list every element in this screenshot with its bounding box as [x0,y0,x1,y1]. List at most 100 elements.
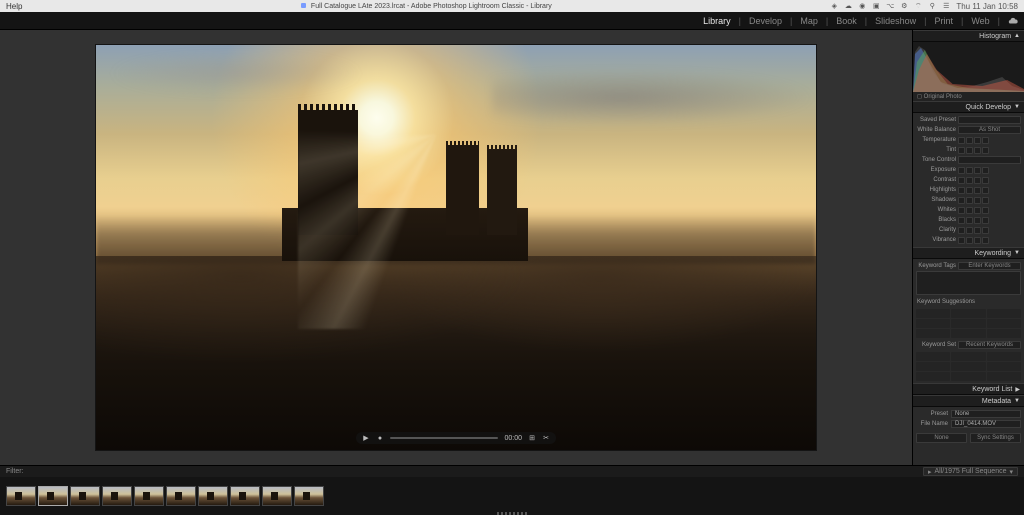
frame-back-button[interactable]: ● [376,434,384,442]
kw-set-cell[interactable] [951,352,985,361]
control-center-icon[interactable]: ☰ [942,2,950,10]
module-web[interactable]: Web [971,16,989,26]
keywording-header[interactable]: Keywording▼ [913,247,1024,259]
kw-tags-mode[interactable]: Enter Keywords [958,262,1021,270]
filmstrip-thumb[interactable] [262,486,292,506]
module-print[interactable]: Print [934,16,953,26]
qd-wb-select[interactable]: As Shot [958,126,1021,134]
keyword-input[interactable] [916,271,1021,295]
tray-icon[interactable]: ⌥ [886,2,894,10]
filmstrip-thumb[interactable] [166,486,196,506]
kw-set-cell[interactable] [916,372,950,381]
tray-icon[interactable]: ◉ [858,2,866,10]
kw-set-cell[interactable] [916,352,950,361]
filmstrip-thumb[interactable] [70,486,100,506]
qd-contrast-steppers[interactable] [958,177,989,184]
histogram-header[interactable]: Histogram▲ [913,30,1024,42]
kw-sugg-cell[interactable] [951,329,985,338]
qd-tone-auto[interactable] [958,156,1021,164]
filter-label: Filter: [6,468,24,475]
qd-blacks-label: Blacks [916,217,956,223]
md-preset-label: Preset [916,411,948,417]
kw-sugg-cell[interactable] [987,309,1021,318]
cloud-sync-icon[interactable] [1008,16,1018,26]
qd-preset-label: Saved Preset [916,117,956,123]
qd-clarity-label: Clarity [916,227,956,233]
qd-vibrance-steppers[interactable] [958,237,989,244]
system-tray: ◈ ☁ ◉ ▣ ⌥ ⚙ ⌔ ⚲ ☰ Thu 11 Jan 10:58 [830,2,1018,11]
sync-settings-button[interactable]: Sync Settings [970,433,1021,443]
filmstrip-thumb[interactable] [230,486,260,506]
play-button[interactable]: ▶ [362,434,370,442]
qd-contrast-label: Contrast [916,177,956,183]
filmstrip-thumb[interactable] [38,486,68,506]
kw-set-cell[interactable] [951,372,985,381]
qd-exposure-steppers[interactable] [958,167,989,174]
keyword-list-header[interactable]: Keyword List▶ [913,383,1024,395]
filmstrip-thumb[interactable] [102,486,132,506]
qd-tint-steppers[interactable] [958,147,989,154]
module-library[interactable]: Library [703,16,731,26]
filmstrip-thumb[interactable] [6,486,36,506]
kw-set-cell[interactable] [916,362,950,371]
kw-set-cell[interactable] [987,352,1021,361]
preview-image[interactable]: ▶ ● 00:00 ⊞ ✂ [96,45,816,450]
menu-help[interactable]: Help [6,2,22,11]
kw-sugg-cell[interactable] [916,309,950,318]
keyword-suggestions [913,307,1024,340]
search-icon[interactable]: ⚲ [928,2,936,10]
qd-tint-label: Tint [916,147,956,153]
kw-sugg-cell[interactable] [951,309,985,318]
qd-blacks-steppers[interactable] [958,217,989,224]
tray-icon[interactable]: ◈ [830,2,838,10]
module-book[interactable]: Book [836,16,857,26]
chevron-down-icon: ▾ [1009,468,1013,476]
histogram[interactable] [913,42,1024,92]
qd-clarity-steppers[interactable] [958,227,989,234]
kw-set-cell[interactable] [987,372,1021,381]
trim-button[interactable]: ✂ [542,434,550,442]
histogram-footer: ◻ Original Photo [913,92,1024,101]
qd-temp-steppers[interactable] [958,137,989,144]
qd-temp-label: Temperature [916,137,956,143]
qd-highlights-steppers[interactable] [958,187,989,194]
video-time: 00:00 [504,435,522,442]
kw-sugg-cell[interactable] [951,319,985,328]
md-preset-select[interactable]: None [951,410,1021,418]
kw-set-cell[interactable] [987,362,1021,371]
keyword-set [913,350,1024,383]
kw-sugg-cell[interactable] [916,319,950,328]
qd-shadows-steppers[interactable] [958,197,989,204]
filmstrip-thumb[interactable] [134,486,164,506]
module-slideshow[interactable]: Slideshow [875,16,916,26]
qd-shadows-label: Shadows [916,197,956,203]
clock[interactable]: Thu 11 Jan 10:58 [956,2,1018,11]
filmstrip-thumb[interactable] [294,486,324,506]
filter-bar: Filter: ▸ All/1975 Full Sequence ▾ [0,465,1024,477]
app-icon [301,3,306,8]
kw-sugg-cell[interactable] [987,319,1021,328]
tray-icon[interactable]: ⚙ [900,2,908,10]
qd-whites-steppers[interactable] [958,207,989,214]
filmstrip-source[interactable]: ▸ All/1975 Full Sequence ▾ [923,467,1018,476]
kw-sugg-cell[interactable] [916,329,950,338]
kw-set-select[interactable]: Recent Keywords [958,341,1021,349]
tray-icon[interactable]: ☁ [844,2,852,10]
qd-preset-select[interactable] [958,116,1021,124]
qd-exposure-label: Exposure [916,167,956,173]
sync-none-button[interactable]: None [916,433,967,443]
kw-set-cell[interactable] [951,362,985,371]
tray-icon[interactable]: ▣ [872,2,880,10]
window-title: Full Catalogue LAte 2023.lrcat - Adobe P… [22,3,830,10]
module-map[interactable]: Map [800,16,818,26]
module-develop[interactable]: Develop [749,16,782,26]
filmstrip[interactable] [0,477,1024,515]
wifi-icon[interactable]: ⌔ [914,2,922,10]
quick-develop-header[interactable]: Quick Develop▼ [913,101,1024,113]
folder-icon: ▸ [928,468,932,476]
kw-sugg-cell[interactable] [987,329,1021,338]
frame-fwd-button[interactable]: ⊞ [528,434,536,442]
filmstrip-thumb[interactable] [198,486,228,506]
video-scrubber[interactable] [390,437,498,439]
metadata-header[interactable]: Metadata▼ [913,395,1024,407]
